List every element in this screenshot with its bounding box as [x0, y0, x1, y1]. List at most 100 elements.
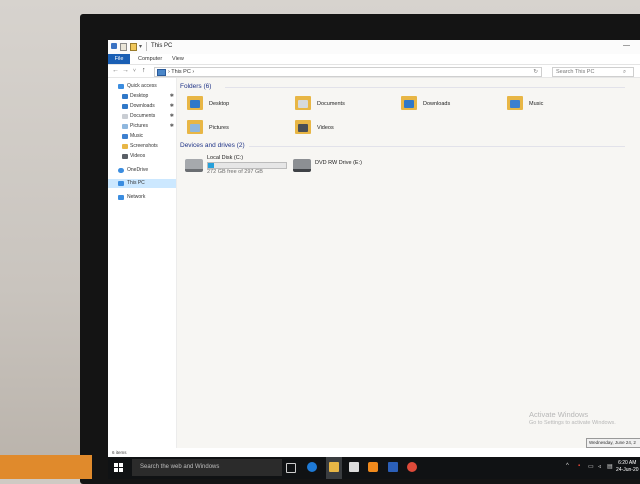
drive-usage-bar	[207, 162, 287, 169]
folders-heading[interactable]: Folders (6)	[180, 83, 211, 90]
address-bar-row: ← → ˅ ↑ › This PC › ↻ Search This PC ⌕	[108, 65, 640, 78]
address-field[interactable]: › This PC › ↻	[154, 67, 542, 77]
drive-label: DVD RW Drive (E:)	[315, 160, 362, 166]
folder-icon	[122, 144, 128, 149]
title-separator	[146, 42, 147, 51]
search-icon: ⌕	[623, 69, 627, 75]
status-bar: 6 items	[108, 448, 640, 457]
properties-icon[interactable]	[120, 43, 127, 51]
content-pane: Folders (6) Desktop Documents Downloads …	[177, 78, 640, 448]
back-button[interactable]: ←	[112, 67, 119, 75]
tray-alert-icon[interactable]: ▪	[578, 463, 580, 469]
task-view-icon[interactable]	[286, 463, 296, 473]
forward-button[interactable]: →	[122, 67, 129, 75]
network-icon	[118, 195, 124, 200]
new-folder-icon[interactable]	[130, 43, 137, 51]
tab-computer[interactable]: Computer	[138, 54, 162, 64]
sidebar-item-desktop[interactable]: Desktop ✱	[112, 92, 176, 101]
folder-pictures[interactable]: Pictures	[187, 120, 297, 140]
videos-folder-icon	[295, 120, 311, 134]
chrome-icon[interactable]	[407, 462, 417, 472]
date-tooltip: Wednesday, June 24, 2	[586, 438, 640, 448]
downloads-folder-icon	[122, 104, 128, 109]
navigation-pane: Quick access Desktop ✱ Downloads ✱ Docum…	[108, 78, 177, 448]
tray-message-icon[interactable]: ▤	[607, 463, 613, 470]
edge-icon[interactable]	[307, 462, 317, 472]
sidebar-item-quick-access[interactable]: Quick access	[112, 82, 176, 91]
drive-usage-fill	[208, 163, 215, 168]
pin-icon: ✱	[169, 103, 174, 109]
pin-icon: ✱	[169, 93, 174, 99]
activation-title: Activate Windows	[529, 410, 589, 419]
sidebar-item-downloads[interactable]: Downloads ✱	[112, 102, 176, 111]
pictures-folder-icon	[122, 124, 128, 129]
folder-music[interactable]: Music	[507, 96, 617, 116]
drive-label: Local Disk (C:)	[207, 155, 244, 161]
vlc-icon[interactable]	[368, 462, 378, 472]
sidebar-item-documents[interactable]: Documents ✱	[112, 112, 176, 121]
sidebar-item-screenshots[interactable]: Screenshots	[112, 142, 176, 151]
title-bar: ▾ This PC —	[108, 40, 640, 54]
drive-local-c[interactable]: Local Disk (C:) 272 GB free of 297 GB	[185, 155, 295, 177]
taskbar-clock[interactable]: 6:20 AM 24-Jun-20	[616, 460, 639, 474]
up-button[interactable]: ↑	[142, 67, 146, 75]
tab-view[interactable]: View	[172, 54, 184, 64]
tray-network-icon[interactable]: ▭	[588, 463, 594, 470]
folder-videos[interactable]: Videos	[295, 120, 405, 140]
customize-toolbar-icon[interactable]: ▾	[139, 43, 142, 50]
start-button[interactable]	[114, 463, 123, 472]
store-icon[interactable]	[349, 462, 359, 472]
section-divider	[225, 87, 625, 88]
videos-folder-icon	[122, 154, 128, 159]
desktop-folder-icon	[122, 94, 128, 99]
folder-downloads[interactable]: Downloads	[401, 96, 511, 116]
tray-volume-icon[interactable]: ◃	[598, 463, 601, 470]
documents-folder-icon	[295, 96, 311, 110]
desk-surface	[0, 455, 92, 479]
music-folder-icon	[122, 134, 128, 139]
drive-free-space: 272 GB free of 297 GB	[207, 169, 263, 175]
drive-dvd-e[interactable]: DVD RW Drive (E:)	[293, 155, 403, 177]
address-path: › This PC ›	[168, 69, 195, 75]
window-title: This PC	[151, 43, 173, 49]
activation-subtitle: Go to Settings to activate Windows.	[529, 420, 616, 426]
screen: ▾ This PC — File Computer View ← → ˅ ↑ ›…	[108, 40, 640, 479]
folder-documents[interactable]: Documents	[295, 96, 405, 116]
ribbon-tabs: File Computer View	[108, 54, 640, 65]
pin-icon: ✱	[169, 113, 174, 119]
minimize-button[interactable]: —	[623, 42, 630, 49]
tray-chevron-icon[interactable]: ^	[566, 463, 569, 469]
documents-folder-icon	[122, 114, 128, 119]
file-explorer-icon[interactable]	[329, 462, 339, 472]
pin-icon: ✱	[169, 123, 174, 129]
taskbar: Search the web and Windows ^ ▪ ▭ ◃ ▤ 6:2…	[108, 457, 640, 479]
sidebar-item-this-pc[interactable]: This PC	[108, 179, 176, 188]
tab-file[interactable]: File	[108, 54, 130, 64]
section-divider	[249, 146, 625, 147]
hard-drive-icon	[185, 159, 203, 172]
window-icon[interactable]	[111, 43, 117, 49]
recent-locations-button[interactable]: ˅	[133, 67, 136, 75]
pictures-folder-icon	[187, 120, 203, 134]
search-placeholder: Search This PC	[556, 69, 595, 75]
downloads-folder-icon	[401, 96, 417, 110]
music-folder-icon	[507, 96, 523, 110]
folder-desktop[interactable]: Desktop	[187, 96, 297, 116]
devices-heading[interactable]: Devices and drives (2)	[180, 142, 245, 149]
clock-date: 24-Jun-20	[616, 467, 639, 473]
sidebar-item-network[interactable]: Network	[112, 193, 176, 202]
clock-time: 6:20 AM	[618, 460, 637, 466]
sidebar-item-videos[interactable]: Videos	[112, 152, 176, 161]
sidebar-item-pictures[interactable]: Pictures ✱	[112, 122, 176, 131]
computer-icon	[157, 69, 166, 76]
sidebar-item-onedrive[interactable]: OneDrive	[112, 166, 176, 175]
taskbar-search-input[interactable]: Search the web and Windows	[132, 459, 282, 476]
sidebar-item-music[interactable]: Music	[112, 132, 176, 141]
word-icon[interactable]	[388, 462, 398, 472]
cloud-icon	[118, 168, 124, 173]
dvd-drive-icon	[293, 159, 311, 172]
search-input[interactable]: Search This PC ⌕	[552, 67, 634, 77]
refresh-icon[interactable]: ↻	[533, 68, 538, 76]
desktop-folder-icon	[187, 96, 203, 110]
star-icon	[118, 84, 124, 89]
